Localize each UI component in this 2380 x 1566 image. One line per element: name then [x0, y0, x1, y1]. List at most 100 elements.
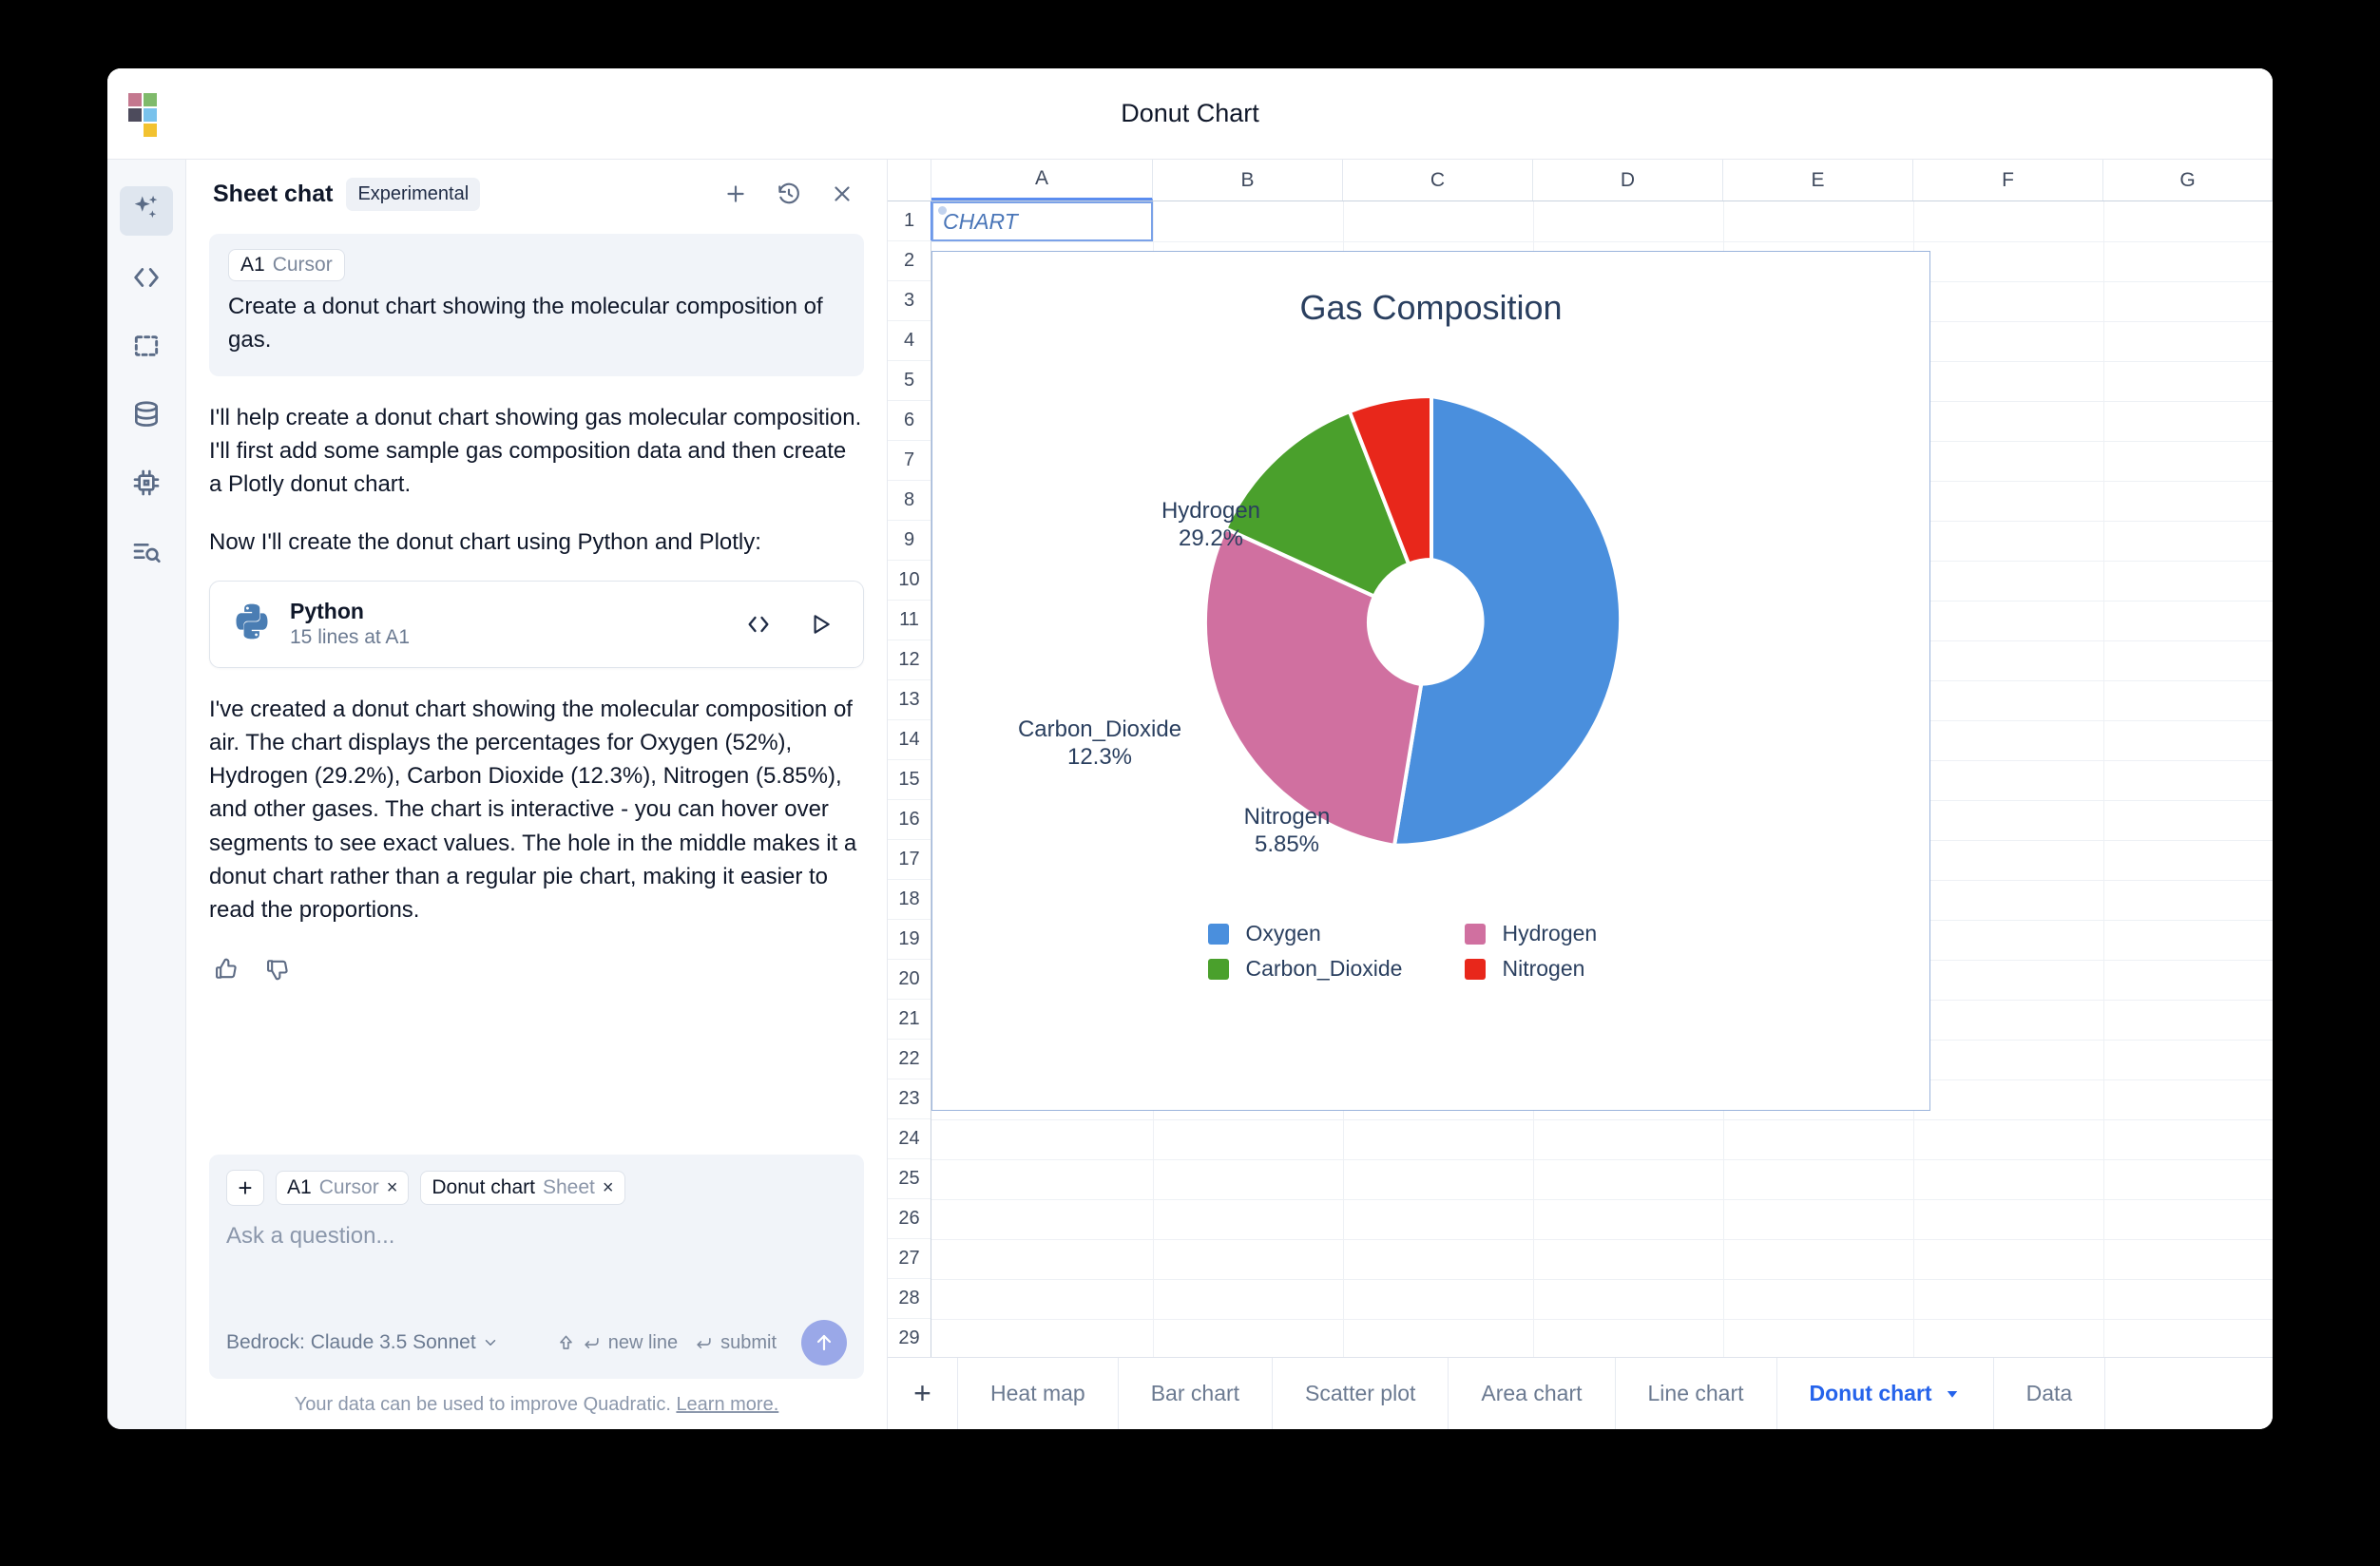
chart-legend: Oxygen Hydrogen Carbon_Dioxide Nitrogen — [932, 921, 1929, 982]
sheet-tab-area-chart[interactable]: Area chart — [1449, 1358, 1616, 1429]
row-header-9[interactable]: 9 — [888, 521, 931, 561]
slice-label-hydrogen-value: 29.2% — [1178, 525, 1244, 552]
row-header-17[interactable]: 17 — [888, 840, 931, 880]
thumbs-up-icon[interactable] — [213, 956, 240, 983]
slice-label-carbon-dioxide-value: 12.3% — [1066, 744, 1133, 771]
chart-container[interactable]: Gas Composition Oxygen 52.6% Hydrogen 29… — [931, 251, 1930, 1111]
row-header-28[interactable]: 28 — [888, 1279, 931, 1319]
grid-cells[interactable]: CHART Gas Composition Oxygen 52.6% Hydro… — [931, 201, 2273, 1357]
legend-item-hydrogen[interactable]: Hydrogen — [1464, 921, 1655, 946]
close-icon[interactable] — [822, 174, 862, 214]
view-code-icon[interactable] — [736, 611, 781, 638]
context-chip-remove-icon[interactable]: × — [603, 1177, 614, 1199]
row-header-5[interactable]: 5 — [888, 361, 931, 401]
row-header-8[interactable]: 8 — [888, 481, 931, 521]
learn-more-link[interactable]: Learn more. — [676, 1394, 778, 1415]
grid: A B C D E F G 1 2 3 4 5 6 7 8 9 10 11 12 13 14 15 16 17 1… — [888, 160, 2273, 1357]
add-context-button[interactable]: + — [226, 1170, 264, 1206]
legend-swatch — [1464, 923, 1486, 945]
sidebar-item-code[interactable] — [120, 255, 173, 304]
context-chip-sub: Sheet — [542, 1176, 595, 1198]
row-header-11[interactable]: 11 — [888, 601, 931, 640]
row-header-16[interactable]: 16 — [888, 800, 931, 840]
python-code-card[interactable]: Python 15 lines at A1 — [209, 580, 864, 668]
sidebar-item-ai-chat[interactable] — [120, 186, 173, 236]
row-header-22[interactable]: 22 — [888, 1040, 931, 1079]
row-header-25[interactable]: 25 — [888, 1159, 931, 1199]
ask-input[interactable]: Ask a question... — [226, 1223, 847, 1314]
row-header-29[interactable]: 29 — [888, 1319, 931, 1357]
app-window: Donut Chart Sheet chat Experimental A1 C… — [107, 68, 2273, 1429]
legend-swatch — [1464, 958, 1486, 980]
cell-A1[interactable]: CHART — [931, 201, 1153, 241]
sheet-tab-heat-map[interactable]: Heat map — [958, 1358, 1119, 1429]
context-chip-a1-cursor[interactable]: A1 Cursor × — [276, 1171, 410, 1205]
context-chip-main: Donut chart — [432, 1176, 535, 1198]
send-button[interactable] — [801, 1320, 847, 1365]
sidebar-item-find[interactable] — [120, 528, 173, 578]
run-code-icon[interactable] — [798, 612, 842, 637]
row-header-23[interactable]: 23 — [888, 1079, 931, 1119]
quadratic-logo[interactable] — [128, 93, 174, 139]
hint-new-line: new line — [557, 1332, 678, 1354]
row-header-18[interactable]: 18 — [888, 880, 931, 920]
sheet-tab-bar-chart[interactable]: Bar chart — [1119, 1358, 1274, 1429]
sheet-tab-data[interactable]: Data — [1994, 1358, 2106, 1429]
column-header-B[interactable]: B — [1153, 160, 1343, 201]
chevron-down-icon[interactable] — [1944, 1385, 1961, 1403]
grid-corner[interactable] — [888, 160, 931, 201]
row-header-10[interactable]: 10 — [888, 561, 931, 601]
row-header-3[interactable]: 3 — [888, 281, 931, 321]
sheet-tab-scatter-plot[interactable]: Scatter plot — [1273, 1358, 1449, 1429]
column-header-G[interactable]: G — [2103, 160, 2273, 201]
column-header-A[interactable]: A — [931, 160, 1153, 201]
row-header-20[interactable]: 20 — [888, 960, 931, 1000]
composer-footer: Bedrock: Claude 3.5 Sonnet new line subm… — [226, 1320, 847, 1365]
context-chip-donut-sheet[interactable]: Donut chart Sheet × — [420, 1171, 625, 1205]
row-header-19[interactable]: 19 — [888, 920, 931, 960]
row-header-12[interactable]: 12 — [888, 640, 931, 680]
sidebar-item-compute[interactable] — [120, 460, 173, 509]
experimental-badge: Experimental — [346, 177, 481, 211]
row-header-1[interactable]: 1 — [888, 201, 933, 241]
history-icon[interactable] — [769, 174, 809, 214]
column-header-E[interactable]: E — [1723, 160, 1913, 201]
row-header-13[interactable]: 13 — [888, 680, 931, 720]
row-header-26[interactable]: 26 — [888, 1199, 931, 1239]
sidebar-item-connections[interactable] — [120, 392, 173, 441]
column-header-F[interactable]: F — [1913, 160, 2103, 201]
model-selector[interactable]: Bedrock: Claude 3.5 Sonnet — [226, 1331, 499, 1354]
sheet-tab-line-chart[interactable]: Line chart — [1616, 1358, 1777, 1429]
thumbs-down-icon[interactable] — [264, 956, 291, 983]
row-header-24[interactable]: 24 — [888, 1119, 931, 1159]
slice-label-hydrogen-name: Hydrogen — [1161, 498, 1261, 524]
sidebar-item-selection[interactable] — [120, 323, 173, 372]
title-bar: Donut Chart — [107, 68, 2273, 160]
hint-submit-label: submit — [720, 1331, 777, 1353]
add-sheet-button[interactable]: + — [888, 1358, 958, 1429]
slice-label-oxygen: Oxygen 52.6% — [1615, 588, 1786, 644]
row-header-2[interactable]: 2 — [888, 241, 931, 281]
donut-chart[interactable]: Oxygen 52.6% Hydrogen 29.2% Carbon_Dioxi… — [932, 328, 1929, 917]
legend-item-carbon-dioxide[interactable]: Carbon_Dioxide — [1207, 956, 1402, 982]
model-selector-label: Bedrock: Claude 3.5 Sonnet — [226, 1331, 476, 1353]
sheet-tab-donut-chart[interactable]: Donut chart — [1777, 1358, 1994, 1429]
selection-icon — [131, 331, 162, 366]
row-header-4[interactable]: 4 — [888, 321, 931, 361]
user-message-text: Create a donut chart showing the molecul… — [228, 294, 823, 353]
row-header-7[interactable]: 7 — [888, 441, 931, 481]
new-chat-icon[interactable] — [716, 174, 756, 214]
column-header-D[interactable]: D — [1533, 160, 1723, 201]
cell-A1-value: CHART — [943, 208, 1018, 234]
row-header-14[interactable]: 14 — [888, 720, 931, 760]
row-header-15[interactable]: 15 — [888, 760, 931, 800]
hint-submit: submit — [695, 1332, 777, 1354]
legend-item-nitrogen[interactable]: Nitrogen — [1464, 956, 1655, 982]
legend-item-oxygen[interactable]: Oxygen — [1207, 921, 1398, 946]
row-header-27[interactable]: 27 — [888, 1239, 931, 1279]
row-header-21[interactable]: 21 — [888, 1000, 931, 1040]
context-chip-cursor[interactable]: A1 Cursor — [228, 249, 345, 281]
context-chip-remove-icon[interactable]: × — [387, 1177, 398, 1199]
row-header-6[interactable]: 6 — [888, 401, 931, 441]
column-header-C[interactable]: C — [1343, 160, 1533, 201]
